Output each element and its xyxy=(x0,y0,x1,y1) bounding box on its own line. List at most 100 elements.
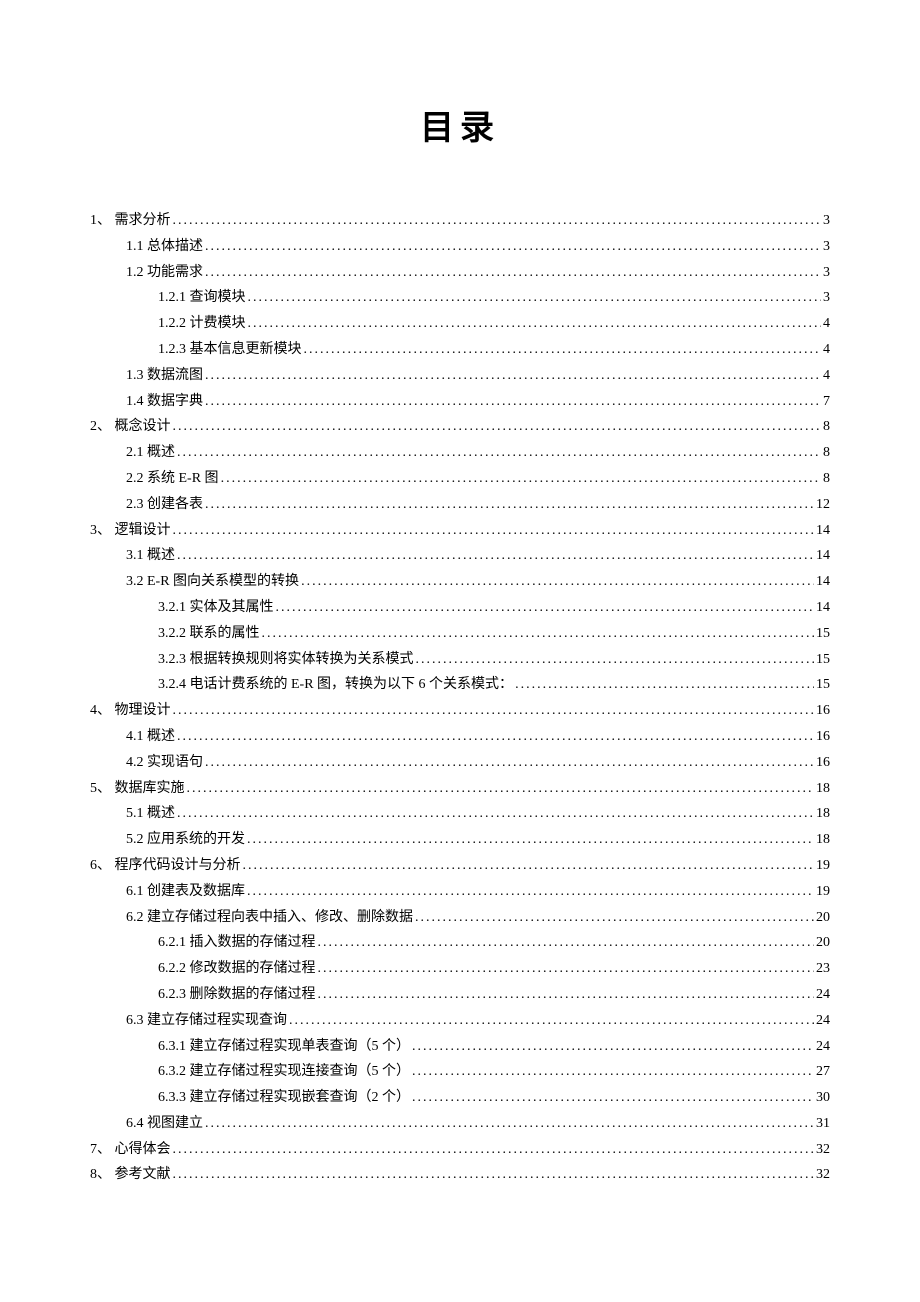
toc-entry-number: 4、 xyxy=(90,699,115,723)
toc-entry: 4、 物理设计16 xyxy=(90,699,830,723)
toc-entry-number: 3.2.3 xyxy=(158,648,190,672)
toc-entry-number: 3.2 xyxy=(126,570,147,594)
toc-entry-page: 16 xyxy=(816,699,830,723)
toc-leader-dots xyxy=(205,364,821,388)
toc-entry-label: 实现语句 xyxy=(147,751,203,775)
toc-leader-dots xyxy=(412,1060,814,1084)
toc-leader-dots xyxy=(205,261,821,285)
toc-entry-label: 心得体会 xyxy=(115,1138,171,1162)
toc-leader-dots xyxy=(173,415,822,439)
page-title: 目录 xyxy=(90,100,830,149)
toc-leader-dots xyxy=(243,854,815,878)
toc-entry-number: 6.1 xyxy=(126,880,147,904)
toc-entry: 5、 数据库实施18 xyxy=(90,777,830,801)
toc-entry-label: 删除数据的存储过程 xyxy=(190,983,316,1007)
toc-entry-page: 27 xyxy=(816,1060,830,1084)
toc-entry-number: 2、 xyxy=(90,415,115,439)
toc-leader-dots xyxy=(177,544,814,568)
toc-entry-number: 6.3.3 xyxy=(158,1086,190,1110)
toc-entry-label: 程序代码设计与分析 xyxy=(115,854,241,878)
toc-entry-label: 逻辑设计 xyxy=(115,519,171,543)
toc-entry-number: 6.3.2 xyxy=(158,1060,190,1084)
toc-entry-label: 实体及其属性 xyxy=(190,596,274,620)
toc-leader-dots xyxy=(276,596,815,620)
toc-leader-dots xyxy=(301,570,814,594)
toc-entry: 1.2 功能需求3 xyxy=(90,261,830,285)
toc-entry: 3、 逻辑设计 14 xyxy=(90,519,830,543)
toc-leader-dots xyxy=(318,983,815,1007)
toc-leader-dots xyxy=(205,235,821,259)
toc-entry-label: 应用系统的开发 xyxy=(147,828,245,852)
toc-entry: 6.3.3 建立存储过程实现嵌套查询（2 个）30 xyxy=(90,1086,830,1110)
toc-entry: 1.2.2 计费模块4 xyxy=(90,312,830,336)
toc-entry-page: 24 xyxy=(816,1035,830,1059)
toc-entry-label: 插入数据的存储过程 xyxy=(190,931,316,955)
toc-entry: 4.1 概述 16 xyxy=(90,725,830,749)
toc-entry-number: 1.2.3 xyxy=(158,338,190,362)
toc-entry: 2、 概念设计8 xyxy=(90,415,830,439)
toc-entry-number: 3、 xyxy=(90,519,115,543)
toc-leader-dots xyxy=(248,312,822,336)
toc-entry: 5.1 概述18 xyxy=(90,802,830,826)
toc-entry-label: 计费模块 xyxy=(190,312,246,336)
toc-entry-page: 4 xyxy=(823,364,830,388)
toc-entry-label: 数据库实施 xyxy=(115,777,185,801)
toc-leader-dots xyxy=(412,1086,814,1110)
toc-leader-dots xyxy=(304,338,822,362)
toc-entry-label: 创建表及数据库 xyxy=(147,880,245,904)
toc-entry-page: 20 xyxy=(816,931,830,955)
toc-entry-label: 建立存储过程实现单表查询（5 个） xyxy=(190,1035,411,1059)
toc-entry: 6.4 视图建立31 xyxy=(90,1112,830,1136)
toc-entry-label: 建立存储过程向表中插入、修改、删除数据 xyxy=(147,906,413,930)
toc-entry: 6.3.1 建立存储过程实现单表查询（5 个）24 xyxy=(90,1035,830,1059)
toc-entry: 1.1 总体描述3 xyxy=(90,235,830,259)
toc-leader-dots xyxy=(173,209,822,233)
toc-leader-dots xyxy=(247,880,814,904)
toc-entry-number: 6.2 xyxy=(126,906,147,930)
toc-entry-label: 概述 xyxy=(147,802,175,826)
toc-entry-page: 15 xyxy=(816,648,830,672)
toc-entry-page: 14 xyxy=(816,519,830,543)
toc-entry-number: 6.3 xyxy=(126,1009,147,1033)
toc-entry-number: 3.2.2 xyxy=(158,622,190,646)
toc-entry-number: 4.1 xyxy=(126,725,147,749)
toc-entry-label: 视图建立 xyxy=(147,1112,203,1136)
toc-entry: 1.3 数据流图4 xyxy=(90,364,830,388)
toc-leader-dots xyxy=(173,1138,815,1162)
toc-entry-page: 14 xyxy=(816,596,830,620)
toc-entry: 6、 程序代码设计与分析19 xyxy=(90,854,830,878)
toc-entry: 6.1 创建表及数据库19 xyxy=(90,880,830,904)
toc-leader-dots xyxy=(318,931,815,955)
toc-entry-label: 需求分析 xyxy=(115,209,171,233)
toc-leader-dots xyxy=(173,1163,815,1187)
toc-entry-number: 1.2 xyxy=(126,261,147,285)
toc-entry-label: 概述 xyxy=(147,725,175,749)
toc-leader-dots xyxy=(177,725,814,749)
toc-entry-number: 1.2.1 xyxy=(158,286,190,310)
toc-entry-page: 4 xyxy=(823,338,830,362)
toc-entry-number: 2.1 xyxy=(126,441,147,465)
toc-entry: 6.2 建立存储过程向表中插入、修改、删除数据20 xyxy=(90,906,830,930)
toc-leader-dots xyxy=(177,441,821,465)
toc-entry: 3.2.2 联系的属性15 xyxy=(90,622,830,646)
toc-entry-label: 概述 xyxy=(147,544,175,568)
toc-entry: 6.2.3 删除数据的存储过程24 xyxy=(90,983,830,1007)
toc-entry-number: 6.2.1 xyxy=(158,931,190,955)
toc-entry-label: 根据转换规则将实体转换为关系模式 xyxy=(190,648,414,672)
toc-entry-page: 24 xyxy=(816,1009,830,1033)
toc-entry-page: 32 xyxy=(816,1138,830,1162)
toc-entry-label: 系统 E-R 图 xyxy=(147,467,219,491)
toc-entry: 2.3 创建各表12 xyxy=(90,493,830,517)
toc-entry-label: E-R 图向关系模型的转换 xyxy=(147,570,299,594)
toc-entry-label: 总体描述 xyxy=(147,235,203,259)
toc-entry-page: 16 xyxy=(816,725,830,749)
toc-entry: 2.1 概述8 xyxy=(90,441,830,465)
toc-entry-label: 查询模块 xyxy=(190,286,246,310)
toc-entry-page: 3 xyxy=(823,209,830,233)
toc-entry-number: 2.3 xyxy=(126,493,147,517)
toc-entry-page: 18 xyxy=(816,777,830,801)
toc-entry-number: 3.2.4 xyxy=(158,673,190,697)
toc-leader-dots xyxy=(412,1035,814,1059)
toc-entry: 3.2.4 电话计费系统的 E-R 图，转换为以下 6 个关系模式：15 xyxy=(90,673,830,697)
toc-entry: 6.2.2 修改数据的存储过程23 xyxy=(90,957,830,981)
